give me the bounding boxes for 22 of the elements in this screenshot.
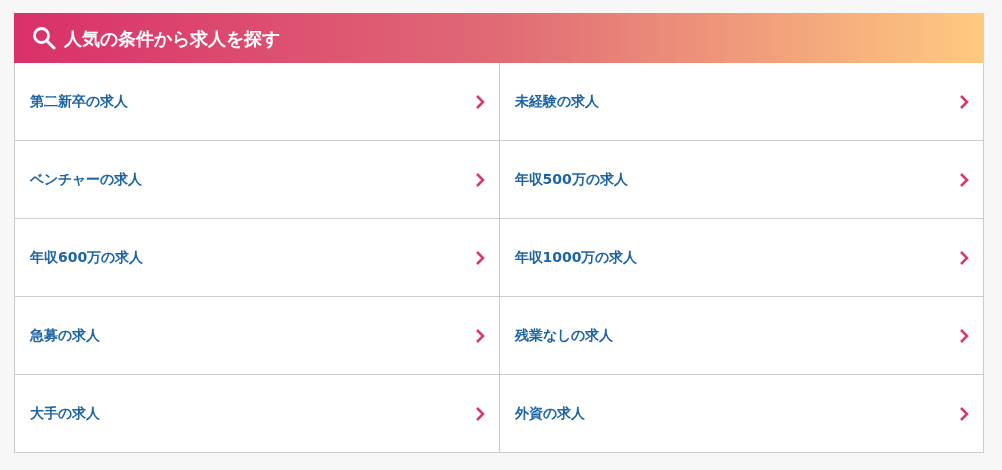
search-icon (32, 26, 56, 50)
category-link[interactable]: ベンチャーの求人 (15, 141, 500, 219)
chevron-right-icon (959, 405, 969, 422)
chevron-right-icon (959, 327, 969, 344)
chevron-right-icon (474, 405, 485, 422)
chevron-right-icon (474, 171, 485, 188)
header-title: 人気の条件から求人を探す (64, 26, 280, 51)
category-link[interactable]: 未経験の求人 (499, 63, 984, 141)
chevron-right-icon (959, 171, 969, 188)
category-link[interactable]: 第二新卒の求人 (15, 63, 500, 141)
category-link[interactable]: 残業なしの求人 (499, 297, 984, 375)
category-link[interactable]: 大手の求人 (15, 375, 500, 453)
category-link[interactable]: 急募の求人 (15, 297, 500, 375)
category-link[interactable]: 外資の求人 (499, 375, 984, 453)
chevron-right-icon (474, 327, 485, 344)
category-link[interactable]: 年収600万の求人 (15, 219, 500, 297)
chevron-right-icon (474, 93, 485, 110)
category-link[interactable]: 年収1000万の求人 (499, 219, 984, 297)
chevron-right-icon (959, 93, 969, 110)
chevron-right-icon (959, 249, 969, 266)
chevron-right-icon (474, 249, 485, 266)
category-link[interactable]: 年収500万の求人 (499, 141, 984, 219)
